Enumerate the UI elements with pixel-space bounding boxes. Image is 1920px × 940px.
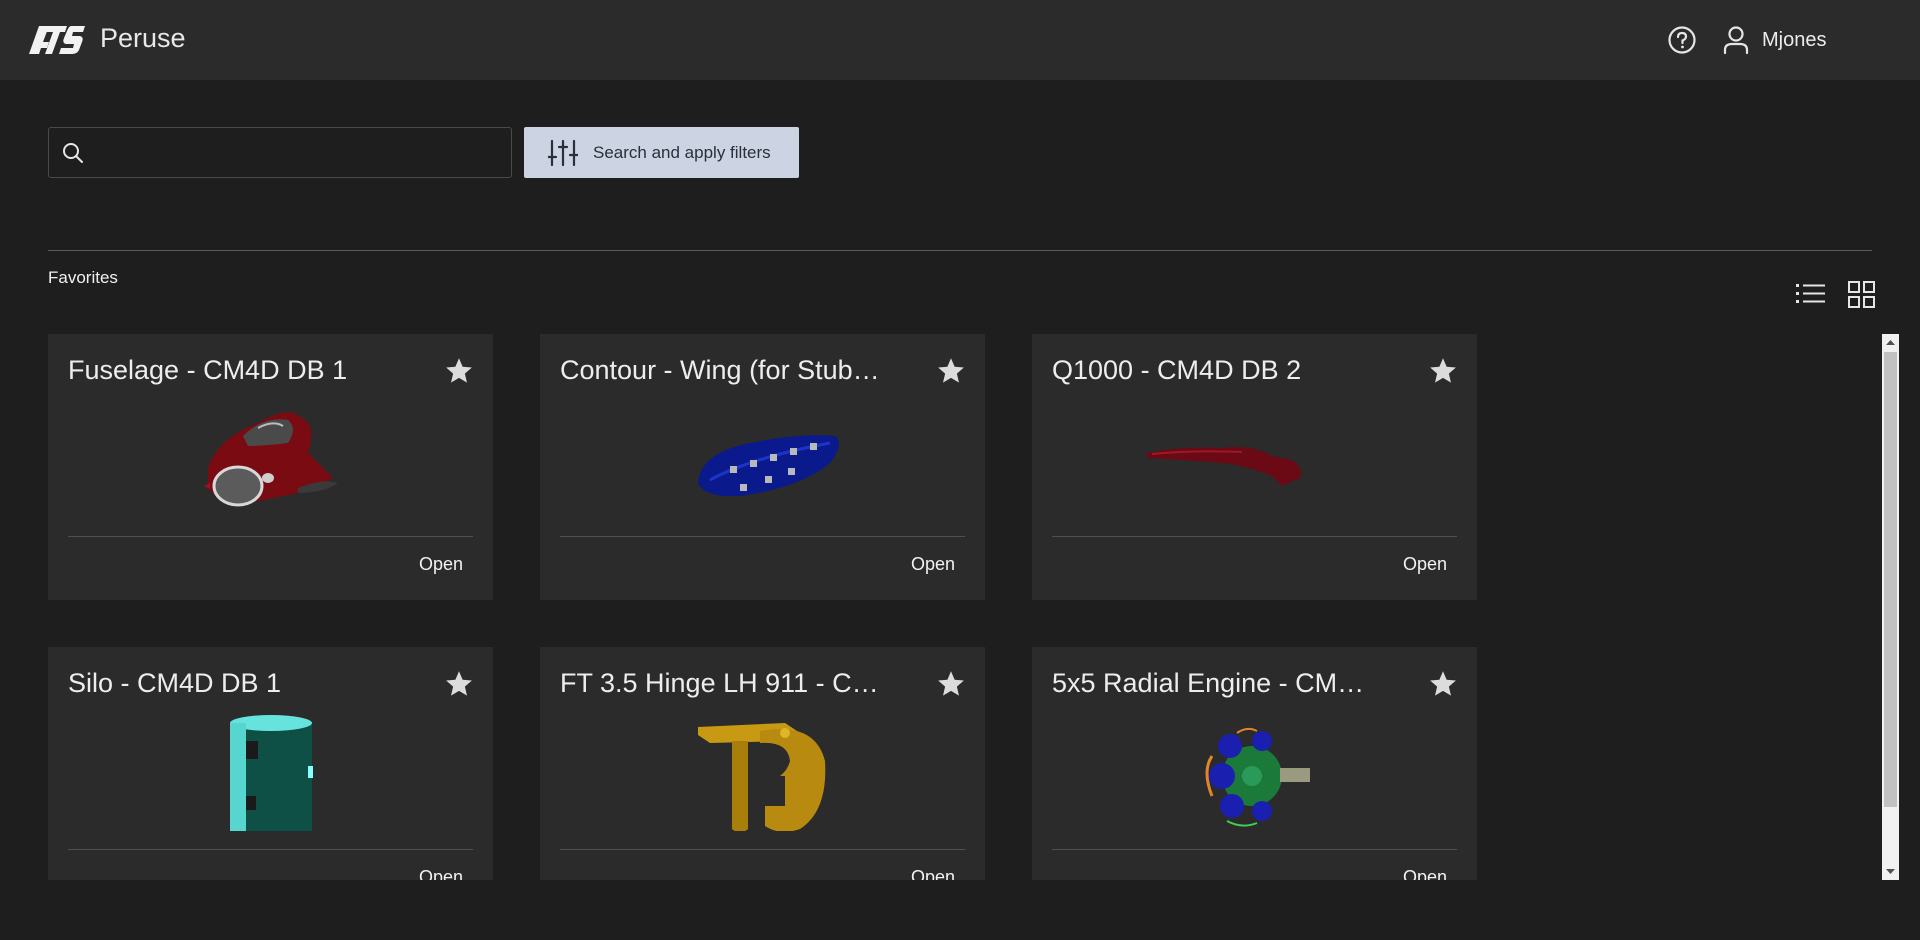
user-menu-button[interactable]: Mjones xyxy=(1722,25,1826,55)
card-title: Silo - CM4D DB 1 xyxy=(68,668,282,698)
scroll-down-arrow-icon[interactable] xyxy=(1882,863,1899,880)
card-title: Fuselage - CM4D DB 1 xyxy=(68,355,348,385)
item-card[interactable]: FT 3.5 Hinge LH 911 - C… Open xyxy=(540,647,985,880)
card-title: Contour - Wing (for Stub… xyxy=(560,355,880,385)
card-title: Q1000 - CM4D DB 2 xyxy=(1052,355,1302,385)
favorites-grid: Fuselage - CM4D DB 1 Open Contour - Wing… xyxy=(48,334,1878,880)
open-button[interactable]: Open xyxy=(403,554,463,575)
star-icon[interactable] xyxy=(444,356,474,386)
section-title: Favorites xyxy=(48,268,118,287)
item-card[interactable]: Fuselage - CM4D DB 1 Open xyxy=(48,334,493,600)
card-title: 5x5 Radial Engine - CM… xyxy=(1052,668,1365,698)
help-button[interactable] xyxy=(1667,25,1697,55)
sliders-icon xyxy=(548,139,578,166)
open-button[interactable]: Open xyxy=(895,867,955,880)
star-icon[interactable] xyxy=(444,669,474,699)
card-divider xyxy=(560,536,965,537)
item-card[interactable]: Contour - Wing (for Stub… Open xyxy=(540,334,985,600)
search-field[interactable] xyxy=(48,127,512,178)
card-thumbnail xyxy=(698,435,839,497)
card-divider xyxy=(1052,849,1457,850)
card-thumbnail xyxy=(698,723,826,831)
open-button[interactable]: Open xyxy=(895,554,955,575)
search-icon xyxy=(63,143,83,163)
vertical-scrollbar[interactable] xyxy=(1882,334,1899,880)
search-input[interactable] xyxy=(93,128,503,177)
user-icon xyxy=(1723,26,1749,55)
filter-button-label: Search and apply filters xyxy=(593,142,771,162)
grid-view-button[interactable] xyxy=(1848,281,1876,309)
open-button[interactable]: Open xyxy=(403,867,463,880)
list-view-button[interactable] xyxy=(1796,281,1826,307)
user-name: Mjones xyxy=(1762,28,1827,51)
help-circle-icon xyxy=(1668,26,1696,54)
item-card[interactable]: 5x5 Radial Engine - CM… Open xyxy=(1032,647,1477,880)
ats-logo[interactable] xyxy=(29,26,85,54)
card-thumbnail xyxy=(230,715,313,831)
app-name: Peruse xyxy=(100,23,186,53)
scrollbar-thumb[interactable] xyxy=(1884,352,1897,807)
card-thumbnail xyxy=(204,412,338,507)
top-bar: Peruse Mjones xyxy=(0,0,1920,80)
star-icon[interactable] xyxy=(936,356,966,386)
open-button[interactable]: Open xyxy=(1387,867,1447,880)
grid-view-icon xyxy=(1848,281,1875,308)
card-divider xyxy=(68,536,473,537)
item-card[interactable]: Silo - CM4D DB 1 Open xyxy=(48,647,493,880)
search-and-filter-button[interactable]: Search and apply filters xyxy=(524,127,799,178)
open-button[interactable]: Open xyxy=(1387,554,1447,575)
card-divider xyxy=(68,849,473,850)
scroll-up-arrow-icon[interactable] xyxy=(1882,334,1899,351)
card-thumbnail xyxy=(1205,727,1310,827)
section-divider xyxy=(48,250,1872,251)
card-title: FT 3.5 Hinge LH 911 - C… xyxy=(560,668,879,698)
card-divider xyxy=(1052,536,1457,537)
star-icon[interactable] xyxy=(1428,669,1458,699)
star-icon[interactable] xyxy=(1428,356,1458,386)
list-view-icon xyxy=(1796,284,1825,303)
card-thumbnail xyxy=(1147,447,1301,486)
item-card[interactable]: Q1000 - CM4D DB 2 Open xyxy=(1032,334,1477,600)
star-icon[interactable] xyxy=(936,669,966,699)
card-divider xyxy=(560,849,965,850)
